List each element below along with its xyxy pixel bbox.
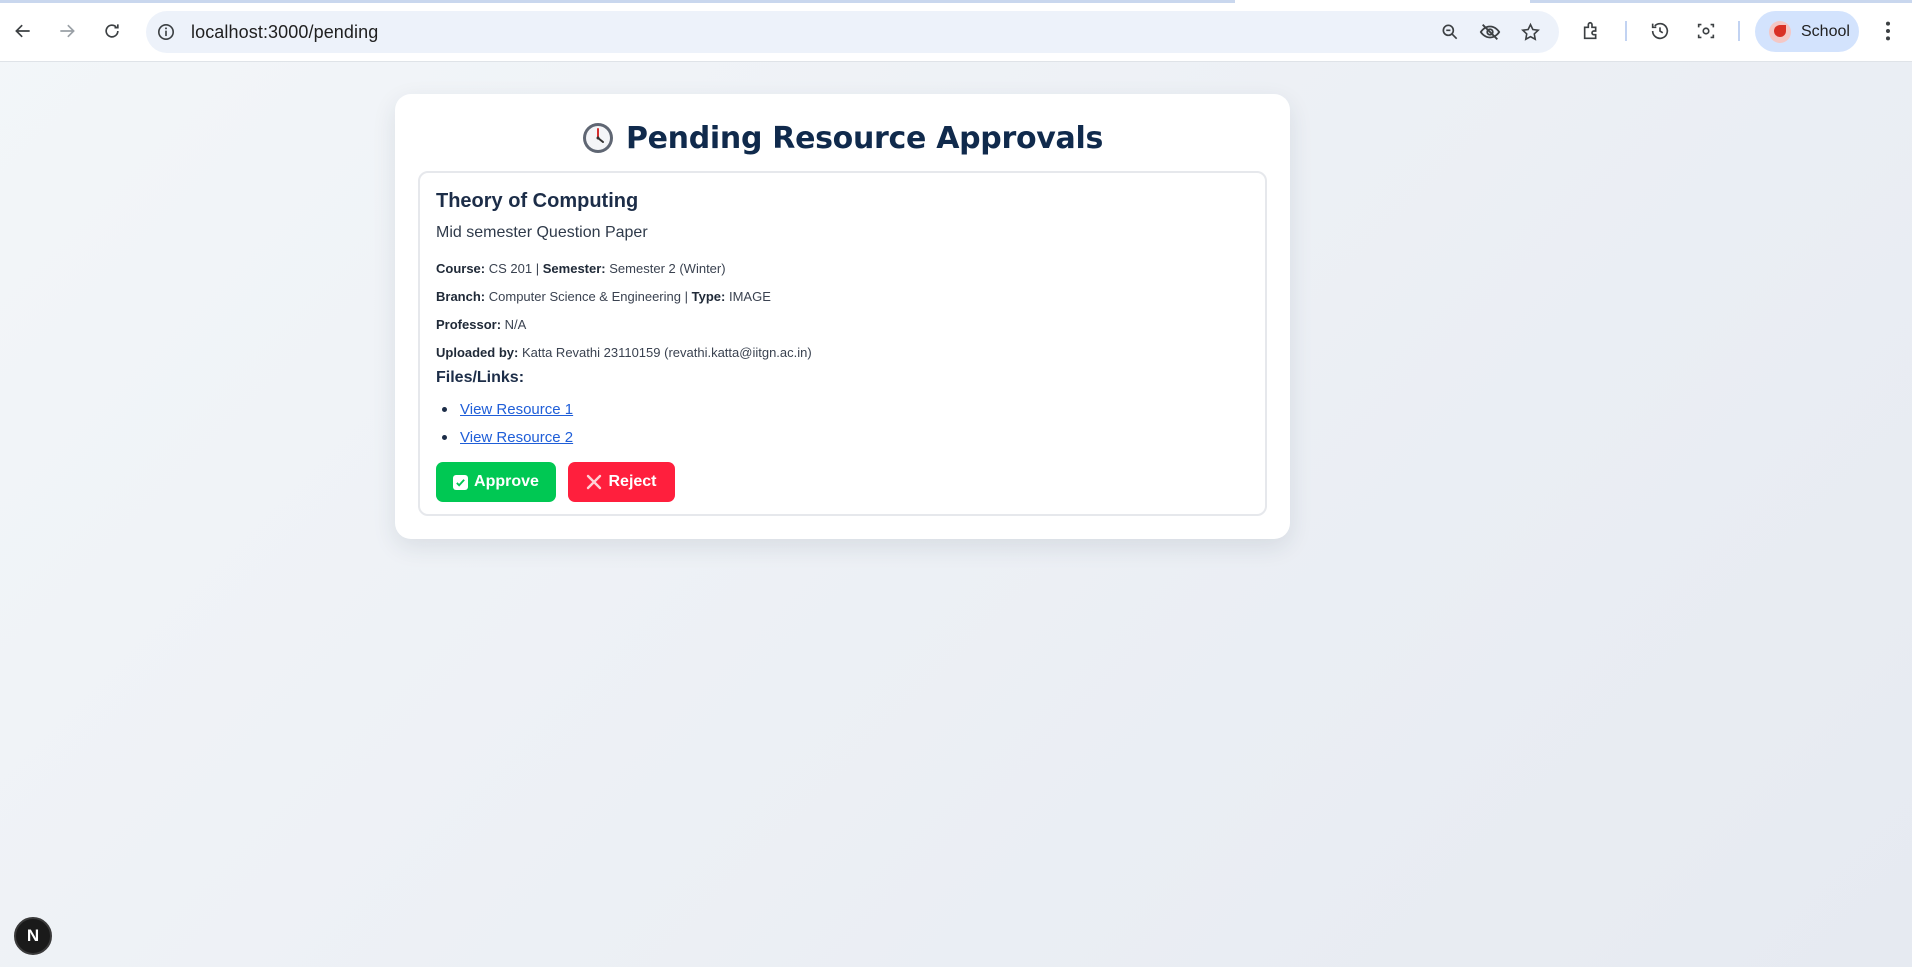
type-label: Type: [691, 289, 726, 304]
page-heading: Pending Resource Approvals [395, 116, 1290, 160]
address-bar[interactable]: localhost:3000/pending [146, 11, 1559, 53]
toolbar-divider [1738, 21, 1740, 41]
files-links-label: Files/Links: [436, 369, 525, 386]
separator: | [535, 261, 540, 276]
resource-title: Theory of Computing [436, 190, 639, 212]
list-item: View Resource 1 [436, 395, 573, 423]
professor-line: Professor: N/A [436, 317, 526, 332]
course-value: CS 201 [488, 261, 533, 276]
reload-icon[interactable] [97, 16, 127, 46]
resource-description: Mid semester Question Paper [436, 224, 648, 241]
zoom-icon[interactable] [1439, 21, 1461, 43]
extensions-icon[interactable] [1580, 19, 1604, 43]
uploaded-by-value: Katta Revathi 23110159 (revathi.katta@ii… [521, 345, 812, 360]
semester-value: Semester 2 (Winter) [609, 261, 726, 276]
professor-label: Professor: [436, 317, 502, 332]
uploaded-by-line: Uploaded by: Katta Revathi 23110159 (rev… [436, 345, 812, 360]
course-semester-line: Course: CS 201 | Semester: Semester 2 (W… [436, 261, 726, 276]
files-list: View Resource 1 View Resource 2 [436, 395, 573, 451]
approve-label: Approve [474, 473, 539, 490]
course-label: Course: [436, 261, 486, 276]
branch-value: Computer Science & Engineering [488, 289, 681, 304]
approve-button[interactable]: Approve [436, 462, 556, 502]
type-value: IMAGE [728, 289, 771, 304]
nextjs-dev-badge[interactable]: N [14, 917, 52, 955]
uploaded-by-label: Uploaded by: [436, 345, 519, 360]
profile-button[interactable]: School [1755, 11, 1859, 52]
branch-label: Branch: [436, 289, 486, 304]
loading-bar-right [1530, 0, 1912, 3]
profile-label: School [1801, 22, 1850, 40]
screenshot-icon[interactable] [1694, 19, 1718, 43]
loading-bar [0, 0, 1235, 3]
view-resource-link[interactable]: View Resource 2 [460, 429, 573, 446]
site-info-icon[interactable] [156, 22, 176, 42]
history-icon[interactable] [1648, 19, 1672, 43]
bookmark-star-icon[interactable] [1519, 21, 1541, 43]
profile-avatar-icon [1769, 20, 1791, 43]
check-icon [453, 474, 469, 490]
professor-value: N/A [504, 317, 527, 332]
browser-toolbar: localhost:3000/pending School [0, 0, 1912, 62]
semester-label: Semester: [542, 261, 606, 276]
forward-icon[interactable] [52, 16, 82, 46]
url-text[interactable]: localhost:3000/pending [191, 22, 378, 43]
page-title: Pending Resource Approvals [625, 120, 1104, 156]
reject-label: Reject [608, 473, 657, 490]
branch-type-line: Branch: Computer Science & Engineering |… [436, 289, 771, 304]
back-icon[interactable] [8, 16, 38, 46]
toolbar-divider [1625, 21, 1627, 41]
list-item: View Resource 2 [436, 423, 573, 451]
clock-icon [582, 123, 613, 153]
cross-icon [587, 474, 602, 490]
eye-slash-icon[interactable] [1479, 21, 1501, 43]
reject-button[interactable]: Reject [568, 462, 675, 502]
separator: | [684, 289, 688, 304]
pending-approvals-card: Pending Resource Approvals Theory of Com… [395, 94, 1290, 539]
browser-menu-icon[interactable] [1878, 17, 1898, 45]
view-resource-link[interactable]: View Resource 1 [460, 401, 573, 418]
resource-item: Theory of Computing Mid semester Questio… [418, 171, 1267, 516]
